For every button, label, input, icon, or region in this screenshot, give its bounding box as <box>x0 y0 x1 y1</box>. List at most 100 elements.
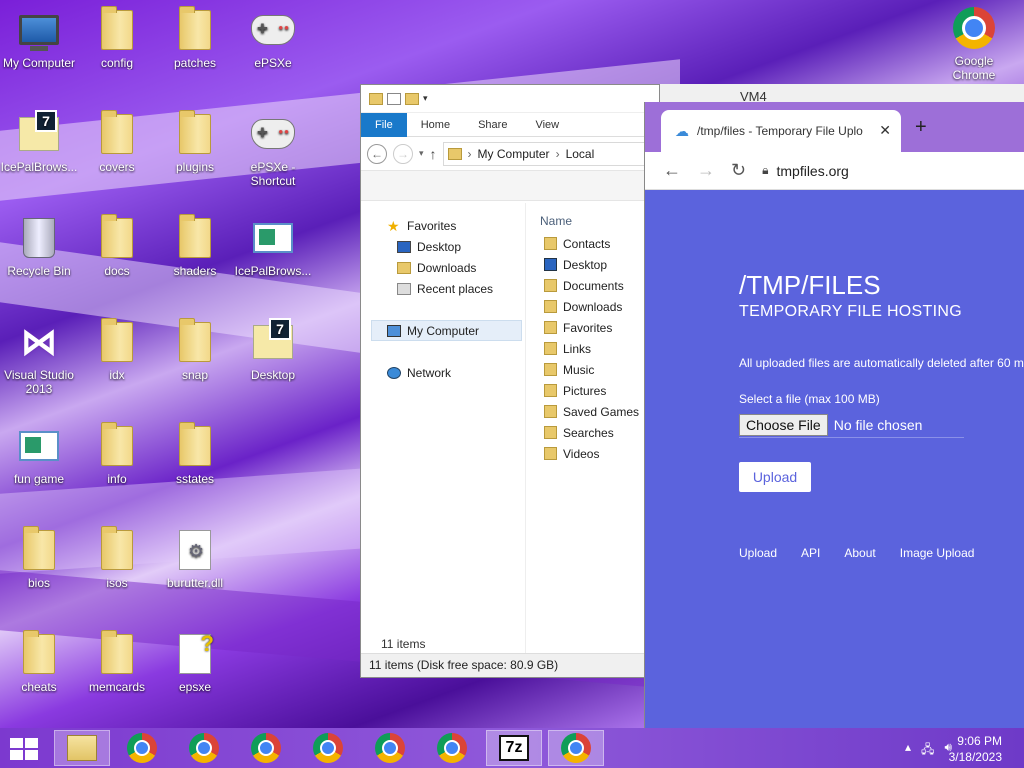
close-icon[interactable]: ✕ <box>879 122 891 139</box>
chevron-up-icon[interactable]: ▴ <box>905 740 911 761</box>
archive-icon <box>19 110 59 151</box>
desktop-icon-my-computer[interactable]: My Computer <box>0 8 78 70</box>
taskbar-7zip[interactable]: 7z <box>486 730 542 766</box>
list-item[interactable]: Saved Games <box>526 401 659 422</box>
desktop-icon-idx[interactable]: idx <box>78 318 156 382</box>
list-item[interactable]: Pictures <box>526 380 659 401</box>
list-item[interactable]: Contacts <box>526 233 659 254</box>
taskbar-chrome-1[interactable] <box>114 730 170 766</box>
breadcrumb-my-computer[interactable]: My Computer <box>478 147 550 161</box>
desktop-icon-config[interactable]: config <box>78 6 156 70</box>
desktop-icon-patches[interactable]: patches <box>156 6 234 70</box>
omnibar: ← → ↻ 🔒︎ tmpfiles.org <box>645 152 1024 190</box>
tree-recent-places[interactable]: Recent places <box>361 278 525 299</box>
tree-desktop[interactable]: Desktop <box>361 236 525 257</box>
system-tray: ▴ 🖧︎ 🔊︎ <box>905 740 952 761</box>
tree-network[interactable]: Network <box>361 362 525 383</box>
desktop-icon-fun-game[interactable]: fun game <box>0 424 78 486</box>
tree-favorites[interactable]: ★ Favorites <box>361 215 525 236</box>
links-folder-icon <box>544 342 557 355</box>
column-header-name[interactable]: Name <box>526 211 659 233</box>
desktop-icon-burutter-dll[interactable]: burutter.dll <box>156 528 234 590</box>
footer-link-upload[interactable]: Upload <box>739 546 777 560</box>
clock-time: 9:06 PM <box>957 734 1002 748</box>
forward-button[interactable]: → <box>697 160 715 181</box>
start-button[interactable] <box>10 738 38 760</box>
breadcrumb-local[interactable]: Local <box>566 147 595 161</box>
list-item[interactable]: Music <box>526 359 659 380</box>
desktop-icon-covers[interactable]: covers <box>78 110 156 174</box>
page-subtitle: TEMPORARY FILE HOSTING <box>739 303 962 320</box>
desktop-icon-bios[interactable]: bios <box>0 526 78 590</box>
desktop-icon-shaders[interactable]: shaders <box>156 214 234 278</box>
properties-icon[interactable] <box>387 92 401 105</box>
searches-folder-icon <box>544 426 557 439</box>
tab-share[interactable]: Share <box>464 113 521 137</box>
choose-file-button[interactable]: Choose File <box>739 413 828 436</box>
tree-my-computer[interactable]: My Computer <box>371 320 522 341</box>
desktop-icon-plugins[interactable]: plugins <box>156 110 234 174</box>
footer-links: Upload API About Image Upload <box>739 546 998 560</box>
desktop-icon-docs[interactable]: docs <box>78 214 156 278</box>
file-input[interactable]: Choose File No file chosen <box>739 412 964 438</box>
taskbar-chrome-3[interactable] <box>238 730 294 766</box>
footer-link-api[interactable]: API <box>801 546 820 560</box>
browser-tab[interactable]: ☁ /tmp/files - Temporary File Uplo ✕ <box>661 110 901 152</box>
taskbar-chrome-6[interactable] <box>424 730 480 766</box>
forward-button[interactable]: → <box>393 143 413 164</box>
list-item[interactable]: Downloads <box>526 296 659 317</box>
list-item[interactable]: Desktop <box>526 254 659 275</box>
clock[interactable]: 9:06 PM 3/18/2023 <box>949 733 1002 765</box>
desktop-icon-epsxe-config[interactable]: epsxe <box>156 631 234 694</box>
address-bar[interactable]: 🔒︎ tmpfiles.org <box>762 163 849 179</box>
list-item[interactable]: Videos <box>526 443 659 464</box>
list-item[interactable]: Links <box>526 338 659 359</box>
chrome-window[interactable]: ☁ /tmp/files - Temporary File Uplo ✕ + ←… <box>644 102 1024 728</box>
desktop-icon-snap[interactable]: snap <box>156 318 234 382</box>
desktop-icon-google-chrome[interactable]: Google Chrome <box>935 6 1013 82</box>
taskbar-chrome-4[interactable] <box>300 730 356 766</box>
list-item[interactable]: Documents <box>526 275 659 296</box>
7zip-icon: 7z <box>499 735 529 761</box>
reload-button[interactable]: ↻ <box>731 160 746 181</box>
recent-locations-icon[interactable]: ▾ <box>419 148 424 159</box>
folder-icon <box>101 422 133 466</box>
taskbar-file-explorer[interactable] <box>54 730 110 766</box>
footer-link-image-upload[interactable]: Image Upload <box>900 546 975 560</box>
footer-link-about[interactable]: About <box>844 546 875 560</box>
back-button[interactable]: ← <box>367 143 387 164</box>
desktop-icon-cheats[interactable]: cheats <box>0 630 78 694</box>
list-item[interactable]: Searches <box>526 422 659 443</box>
list-item[interactable]: Favorites <box>526 317 659 338</box>
new-folder-icon[interactable] <box>405 92 419 105</box>
desktop-icon-desktop[interactable]: Desktop <box>234 318 312 382</box>
desktop-icon-icepalbrowser-2[interactable]: IcePalBrows... <box>234 216 312 278</box>
tree-downloads[interactable]: Downloads <box>361 257 525 278</box>
chevron-down-icon[interactable]: ▾ <box>423 93 428 104</box>
taskbar-chrome-5[interactable] <box>362 730 418 766</box>
desktop-icon-visual-studio[interactable]: ⋈ Visual Studio 2013 <box>0 320 78 397</box>
tab-file[interactable]: File <box>361 112 407 137</box>
up-button[interactable]: ↑ <box>430 146 437 162</box>
desktop-icon-memcards[interactable]: memcards <box>78 630 156 694</box>
new-tab-button[interactable]: + <box>915 116 927 139</box>
desktop-icon-icepalbrowser[interactable]: IcePalBrows... <box>0 110 78 174</box>
desktop-icon-isos[interactable]: isos <box>78 526 156 590</box>
saved-games-folder-icon <box>544 405 557 418</box>
desktop-icon-recycle-bin[interactable]: Recycle Bin <box>0 216 78 278</box>
item-count: 11 items <box>381 637 426 651</box>
desktop-icon-epsxe-shortcut[interactable]: ePSXe - Shortcut <box>234 112 312 188</box>
back-button[interactable]: ← <box>663 160 681 181</box>
desktop-icon-info[interactable]: info <box>78 422 156 486</box>
desktop-icon-epsxe[interactable]: ePSXe <box>234 8 312 70</box>
taskbar-chrome-2[interactable] <box>176 730 232 766</box>
taskbar-chrome-active[interactable] <box>548 730 604 766</box>
tab-view[interactable]: View <box>521 113 573 137</box>
address-bar[interactable]: › My Computer › Local <box>442 141 653 166</box>
desktop-icon-sstates[interactable]: sstates <box>156 422 234 486</box>
upload-button[interactable]: Upload <box>739 462 811 492</box>
network-icon[interactable]: 🖧︎ <box>921 740 934 761</box>
file-explorer-window[interactable]: ▾ File Home Share View ← → ▾ ↑ › My Comp… <box>360 84 660 678</box>
tab-home[interactable]: Home <box>407 113 464 137</box>
folder-icon <box>447 147 462 160</box>
